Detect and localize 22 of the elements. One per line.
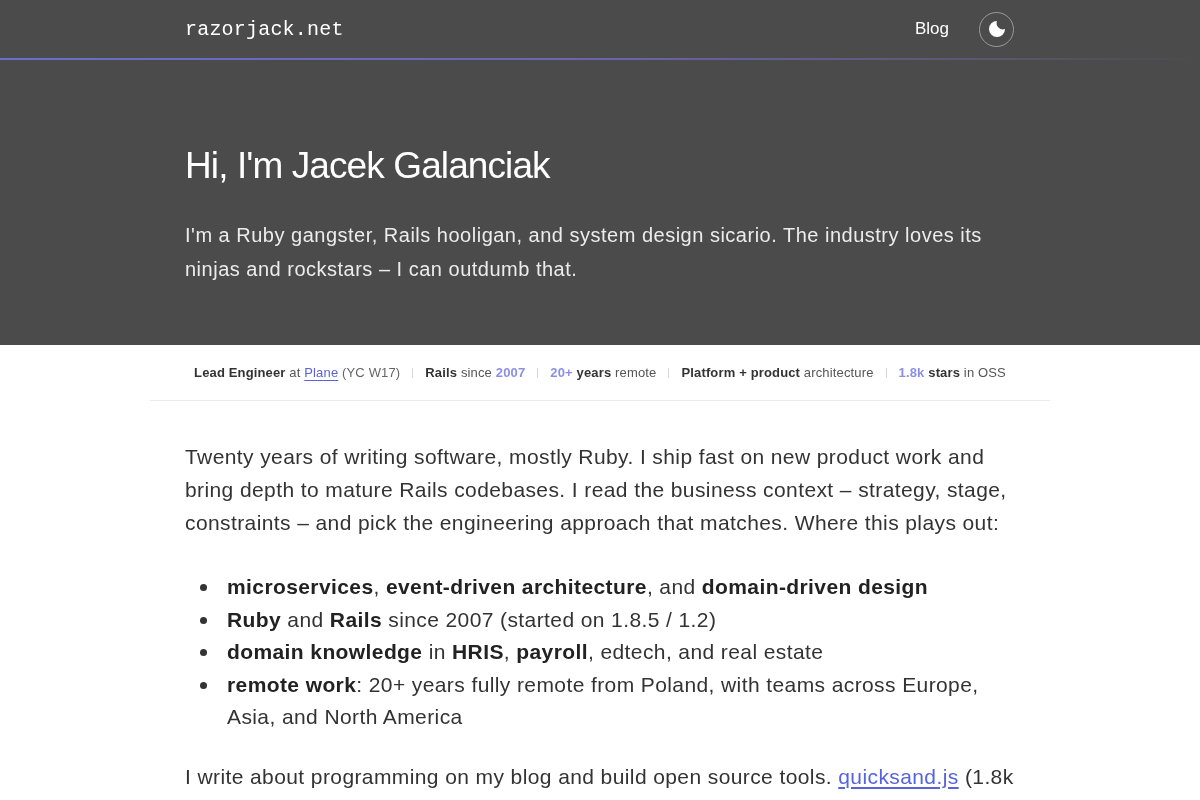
inline-link[interactable]: Plane	[304, 365, 339, 380]
list-item-text: domain knowledge in HRIS, payroll, edtech, and real estate	[227, 639, 824, 665]
hero-title: Hi, I'm Jacek Galanciak	[185, 144, 552, 188]
list-item-text: remote work: 20+ years fully remote from Poland, with teams across Europe, Asia, and North America	[227, 671, 980, 730]
fact-item: 20+ years remote	[550, 365, 657, 380]
fact-item: Platform + product architecture	[681, 365, 874, 380]
moon-icon	[988, 21, 1005, 37]
inline-link[interactable]: quicksand.js	[838, 764, 959, 788]
closing-paragraph: I write about programming on my blog and build open source tools. quicksand.js (1.8k	[185, 763, 1015, 790]
fact-item: Rails since 2007	[425, 365, 526, 380]
fact-item: 1.8k stars in OSS	[898, 365, 1006, 380]
intro-paragraph: Twenty years of writing software, mostly Ruby. I ship fast on new product work and bring depth to mature Rails codebases. I read the business context – strategy, stage, constraints – and pick the engineering approach that matches. Where this plays out:	[185, 444, 1008, 536]
site-logo-link[interactable]: razorjack.net	[185, 17, 344, 41]
bullet-icon	[200, 649, 207, 656]
list-item-text: Ruby and Rails since 2007 (started on 1.8.5 / 1.2)	[227, 606, 717, 633]
nav-link[interactable]: Blog	[914, 19, 949, 39]
bullet-icon	[200, 681, 207, 689]
bullet-icon	[200, 616, 207, 624]
hero-tagline: I'm a Ruby gangster, Rails hooligan, and system design sicario. The industry loves its ninjas and rockstars – I can outdumb that.	[185, 223, 983, 282]
list-item-text: microservices, event-driven architecture, and domain-driven design	[227, 574, 929, 600]
bullet-icon	[200, 584, 207, 591]
fact-item: Lead Engineer at Plane (YC W17)	[194, 365, 401, 380]
